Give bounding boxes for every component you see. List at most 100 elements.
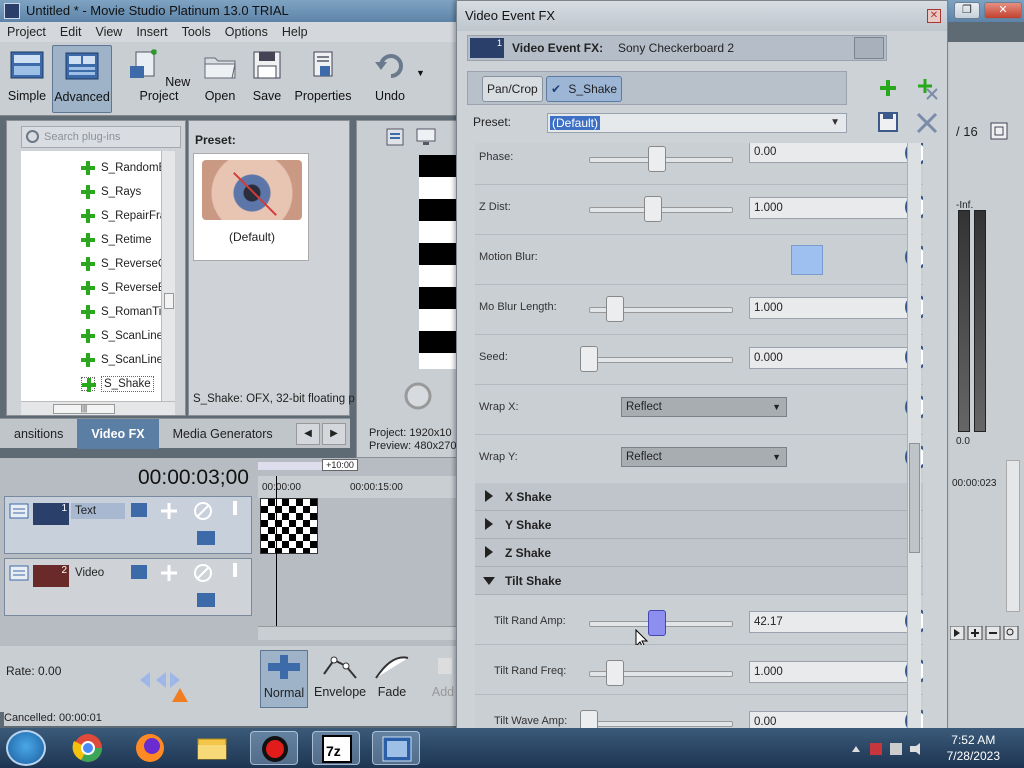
chrome-taskbar-icon[interactable] <box>64 731 112 765</box>
tab-video-fx[interactable]: Video FX <box>77 418 159 449</box>
plugin-hscroll-thumb[interactable]: ||| <box>53 404 115 414</box>
add-edit-button[interactable]: Add <box>426 650 460 699</box>
plugin-item[interactable]: S_RepairFran <box>81 205 173 227</box>
fx-header-toggle-button[interactable] <box>854 37 884 59</box>
plugin-item[interactable]: S_Retime <box>81 229 152 251</box>
delete-preset-icon[interactable] <box>915 111 939 135</box>
undo-dropdown-arrow[interactable]: ▼ <box>416 68 425 78</box>
plugin-item[interactable]: S_RandomEd <box>81 157 173 179</box>
menu-project[interactable]: Project <box>0 25 53 39</box>
preset-thumbnail[interactable]: (Default) <box>193 153 309 261</box>
plugin-item[interactable]: S_RomanTile <box>81 301 170 323</box>
envelope-edit-button[interactable]: Envelope <box>314 650 366 699</box>
timeline-hscrollbar[interactable] <box>258 626 460 640</box>
group-x-shake[interactable]: X Shake <box>475 483 923 511</box>
plugin-item[interactable]: S_ScanLinesl <box>81 349 171 371</box>
track-control-icons[interactable] <box>131 563 241 613</box>
save-preset-icon[interactable] <box>877 111 899 133</box>
menu-edit[interactable]: Edit <box>53 25 89 39</box>
tilt-rand-freq-slider[interactable] <box>589 660 733 686</box>
z-dist-slider-thumb[interactable] <box>644 196 662 222</box>
menu-view[interactable]: View <box>88 25 129 39</box>
fade-edit-button[interactable]: Fade <box>370 650 414 699</box>
tilt-wave-amp-slider[interactable] <box>580 710 733 729</box>
seed-slider[interactable] <box>580 346 733 372</box>
plugin-search-input[interactable]: Search plug-ins <box>21 126 181 148</box>
track-video[interactable]: 2 Video <box>4 558 252 616</box>
group-y-shake[interactable]: Y Shake <box>475 511 923 539</box>
firefox-taskbar-icon[interactable] <box>126 731 174 765</box>
group-tilt-shake[interactable]: Tilt Shake <box>475 567 923 595</box>
seed-value-field[interactable]: 0.000 <box>749 347 909 369</box>
plugin-item[interactable]: S_Rays <box>81 181 141 203</box>
mo-blur-length-value-field[interactable]: 1.000 <box>749 297 909 319</box>
chain-item-pan-crop[interactable]: Pan/Crop <box>482 76 543 102</box>
preview-settings-icon[interactable] <box>385 127 405 147</box>
chain-item-s-shake[interactable]: ✔ S_Shake <box>546 76 623 102</box>
open-button[interactable]: Open <box>202 48 238 103</box>
plugin-hscrollbar[interactable]: ||| <box>21 401 175 415</box>
advanced-button[interactable]: Advanced <box>52 45 112 113</box>
7zip-taskbar-icon[interactable]: 7z <box>312 731 360 765</box>
z-dist-slider[interactable] <box>589 196 733 222</box>
dialog-preset-select[interactable]: (Default) ▼ <box>547 113 847 133</box>
menu-options[interactable]: Options <box>218 25 275 39</box>
plugin-item[interactable]: S_ReverseCl <box>81 253 169 275</box>
menu-insert[interactable]: Insert <box>129 25 174 39</box>
track-expand-icon[interactable] <box>9 501 29 521</box>
dialog-close-button[interactable]: ✕ <box>927 9 941 23</box>
tab-scroll-right-icon[interactable]: ▶ <box>322 423 346 445</box>
plugin-vscrollbar[interactable] <box>161 151 175 401</box>
phase-slider[interactable] <box>589 146 733 172</box>
seed-slider-thumb[interactable] <box>580 346 598 372</box>
mo-blur-length-slider[interactable] <box>589 296 733 322</box>
menu-help[interactable]: Help <box>275 25 315 39</box>
tilt-rand-amp-value-field[interactable]: 42.17 <box>749 611 909 633</box>
add-plugin-icon[interactable] <box>877 77 899 99</box>
timeline-ruler[interactable]: 00:00:00 00:00:15:00 <box>258 476 460 498</box>
start-button[interactable] <box>6 730 46 766</box>
track-expand-icon[interactable] <box>9 563 29 583</box>
normal-edit-button[interactable]: Normal <box>260 650 308 708</box>
track-name[interactable]: Video <box>71 565 125 581</box>
new-project-button[interactable]: New Project <box>124 48 194 103</box>
menu-tools[interactable]: Tools <box>175 25 218 39</box>
phase-value-field[interactable]: 0.00 <box>749 143 909 163</box>
motion-blur-checkbox[interactable] <box>791 245 823 275</box>
save-button[interactable]: Save <box>250 48 284 103</box>
track-text[interactable]: 1 Text <box>4 496 252 554</box>
plugin-item[interactable]: S_ScanLines <box>81 325 169 347</box>
remove-plugin-icon[interactable] <box>915 77 941 103</box>
plugin-vscroll-thumb[interactable] <box>164 293 174 309</box>
tilt-rand-amp-slider-thumb[interactable] <box>648 610 666 636</box>
restore-button[interactable]: ❐ <box>954 2 980 19</box>
tray-icons[interactable] <box>848 740 928 758</box>
group-z-shake[interactable]: Z Shake <box>475 539 923 567</box>
wrap-y-select[interactable]: Reflect ▼ <box>621 447 787 467</box>
timeline-clip[interactable] <box>260 498 318 554</box>
taskbar-clock[interactable]: 7:52 AM 7/28/2023 <box>947 732 1000 764</box>
preview-play-knob-icon[interactable] <box>403 381 433 411</box>
tab-media-generators[interactable]: Media Generators <box>159 419 287 449</box>
tilt-wave-amp-slider-thumb[interactable] <box>580 710 598 729</box>
tilt-rand-amp-slider[interactable] <box>589 610 733 636</box>
track-control-icons[interactable] <box>131 501 241 551</box>
parameter-vscrollbar[interactable] <box>907 143 921 729</box>
z-dist-value-field[interactable]: 1.000 <box>749 197 909 219</box>
preview-monitor-icon[interactable] <box>415 127 437 147</box>
phase-slider-thumb[interactable] <box>648 146 666 172</box>
plugin-item[interactable]: S_ReverseEd <box>81 277 172 299</box>
simple-button[interactable]: Simple <box>6 48 48 103</box>
mo-blur-length-slider-thumb[interactable] <box>606 296 624 322</box>
parameter-vscroll-thumb[interactable] <box>909 443 920 553</box>
tab-transitions[interactable]: ansitions <box>0 419 77 449</box>
track-name[interactable]: Text <box>71 503 125 519</box>
tilt-rand-freq-slider-thumb[interactable] <box>606 660 624 686</box>
undo-button[interactable]: Undo <box>372 48 408 103</box>
close-button[interactable]: ✕ <box>984 2 1022 19</box>
rate-slider-icon[interactable] <box>136 662 196 708</box>
tilt-rand-freq-value-field[interactable]: 1.000 <box>749 661 909 683</box>
tab-scroll-left-icon[interactable]: ◀ <box>296 423 320 445</box>
plugin-item-selected[interactable]: S_Shake <box>81 373 154 395</box>
zoom-controls-icon[interactable] <box>950 626 1022 640</box>
